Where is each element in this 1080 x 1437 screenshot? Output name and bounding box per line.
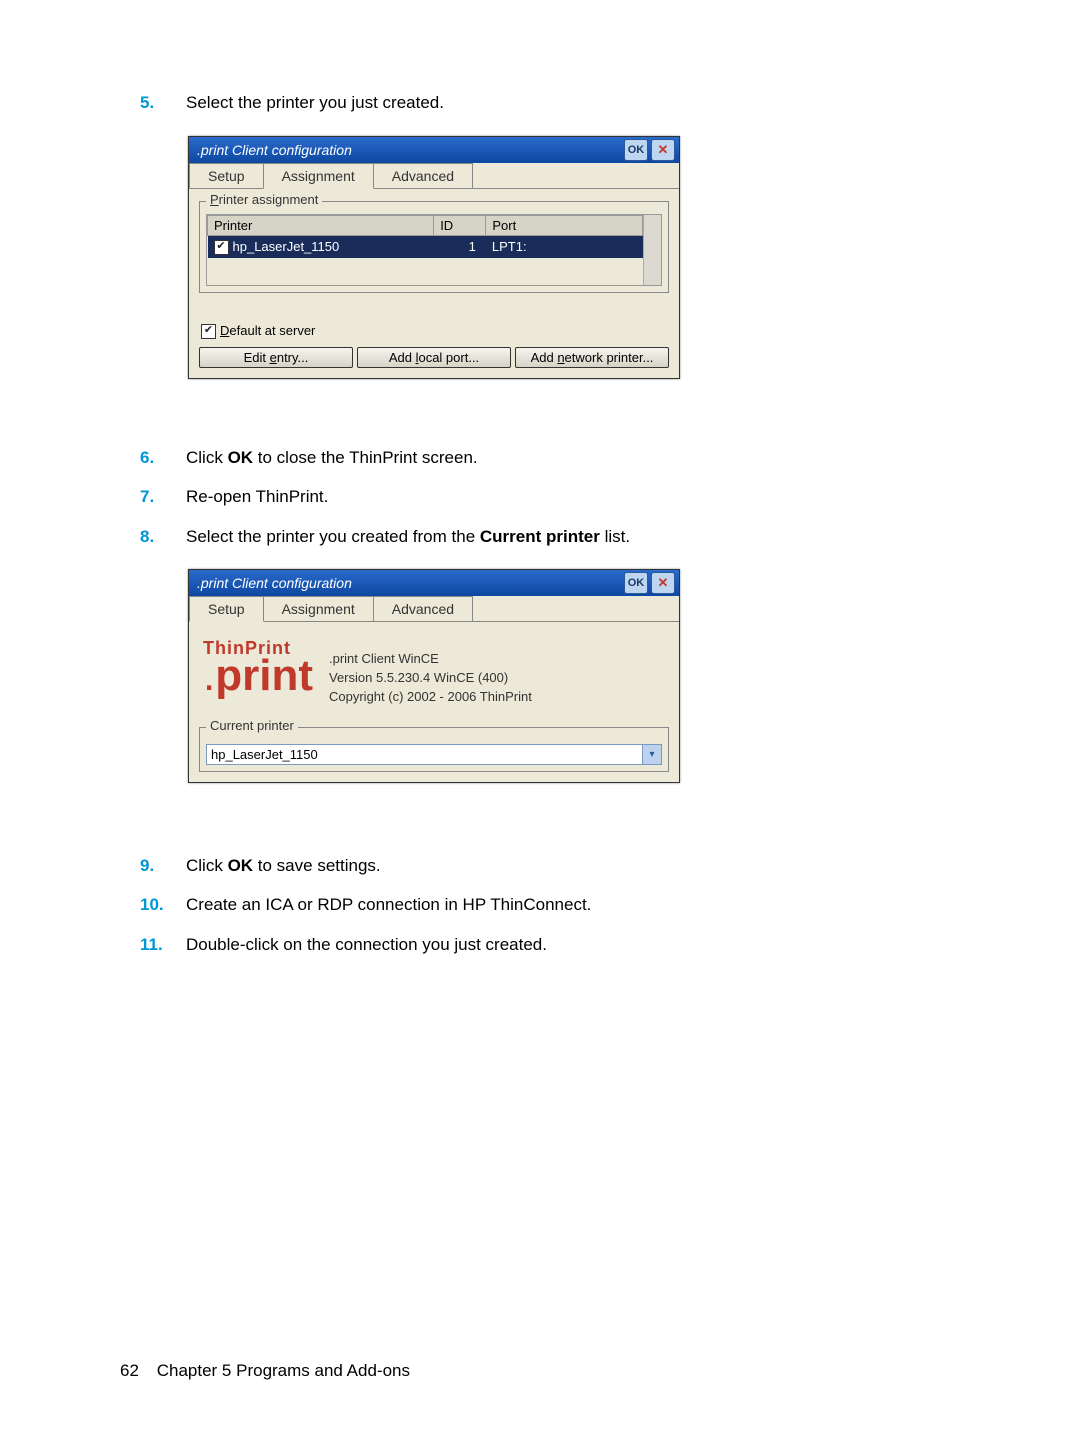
row-checkbox[interactable]: ✔ (214, 240, 229, 255)
tab-advanced[interactable]: Advanced (373, 596, 473, 621)
row-printer-name: hp_LaserJet_1150 (233, 239, 340, 254)
current-printer-input[interactable] (207, 745, 642, 764)
screenshot-assignment-tab: .print Client configuration OK ✕ Setup A… (188, 136, 960, 379)
row-id: 1 (434, 235, 486, 258)
add-local-port-button[interactable]: Add local port... (357, 347, 511, 368)
default-at-server-checkbox[interactable]: ✔Default at server (201, 323, 669, 339)
chevron-down-icon[interactable]: ▾ (642, 745, 661, 764)
printer-assignment-group: Printer assignment Printer ID Port (199, 201, 669, 293)
add-network-printer-button[interactable]: Add network printer... (515, 347, 669, 368)
step-text-7: Re-open ThinPrint. (186, 484, 328, 510)
tab-setup[interactable]: Setup (189, 596, 264, 622)
current-printer-group: Current printer ▾ (199, 727, 669, 772)
page-footer: 62 Chapter 5 Programs and Add-ons (120, 1361, 410, 1381)
version-info: .print Client WinCE Version 5.5.230.4 Wi… (329, 640, 532, 707)
page-number: 62 (120, 1361, 152, 1381)
step-number-8: 8. (140, 524, 186, 550)
close-icon[interactable]: ✕ (651, 139, 675, 161)
tab-bar: Setup Assignment Advanced (189, 163, 679, 189)
col-printer[interactable]: Printer (208, 215, 434, 235)
ok-button[interactable]: OK (624, 572, 648, 594)
tab-bar: Setup Assignment Advanced (189, 596, 679, 622)
dialog-title: .print Client configuration (197, 142, 621, 158)
tab-assignment[interactable]: Assignment (263, 596, 374, 621)
chapter-label: Chapter 5 Programs and Add-ons (157, 1361, 410, 1380)
step-text-10: Create an ICA or RDP connection in HP Th… (186, 892, 591, 918)
row-port: LPT1: (486, 235, 643, 258)
tab-setup[interactable]: Setup (189, 163, 264, 188)
screenshot-setup-tab: .print Client configuration OK ✕ Setup A… (188, 569, 960, 783)
dialog-title: .print Client configuration (197, 575, 621, 591)
col-port[interactable]: Port (486, 215, 643, 235)
step-text-6: Click OK to close the ThinPrint screen. (186, 445, 478, 471)
tab-assignment[interactable]: Assignment (263, 163, 374, 189)
printer-table: Printer ID Port ✔ hp_LaserJet_1150 1 LPT1… (207, 215, 643, 298)
step-text-11: Double-click on the connection you just … (186, 932, 547, 958)
tab-advanced[interactable]: Advanced (373, 163, 473, 188)
scrollbar[interactable] (643, 215, 661, 285)
group-label: Current printer (206, 718, 298, 733)
titlebar: .print Client configuration OK ✕ (189, 570, 679, 596)
ok-button[interactable]: OK (624, 139, 648, 161)
step-number-9: 9. (140, 853, 186, 879)
col-id[interactable]: ID (434, 215, 486, 235)
step-text-9: Click OK to save settings. (186, 853, 381, 879)
step-number-10: 10. (140, 892, 186, 918)
table-row[interactable]: ✔ hp_LaserJet_1150 1 LPT1: (208, 235, 643, 258)
step-number-7: 7. (140, 484, 186, 510)
current-printer-dropdown[interactable]: ▾ (206, 744, 662, 765)
step-number-6: 6. (140, 445, 186, 471)
step-number-5: 5. (140, 90, 186, 116)
group-label: Printer assignment (206, 192, 322, 207)
step-number-11: 11. (140, 932, 186, 958)
titlebar: .print Client configuration OK ✕ (189, 137, 679, 163)
edit-entry-button[interactable]: Edit entry... (199, 347, 353, 368)
step-text-5: Select the printer you just created. (186, 90, 444, 116)
close-icon[interactable]: ✕ (651, 572, 675, 594)
thinprint-logo: ThinPrint .print (203, 640, 313, 696)
step-text-8: Select the printer you created from the … (186, 524, 630, 550)
